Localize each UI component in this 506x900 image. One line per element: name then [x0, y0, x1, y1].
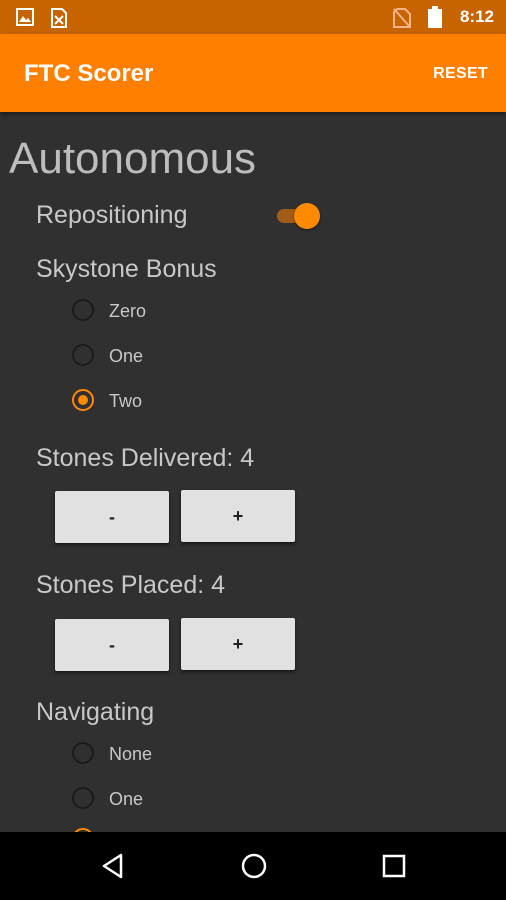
stones-delivered-minus-button[interactable]: -: [55, 491, 169, 543]
file-x-icon: [51, 8, 67, 28]
radio-label: One: [109, 346, 144, 366]
section-title-autonomous: Autonomous: [9, 134, 257, 183]
recents-square-icon[interactable]: [378, 850, 410, 882]
radio-label: Zero: [109, 301, 147, 321]
image-icon: [16, 8, 34, 26]
radio-circle: [72, 344, 94, 366]
radio-circle: [72, 787, 94, 809]
stones-placed-minus-button[interactable]: -: [55, 619, 169, 671]
switch-thumb: [294, 203, 320, 229]
status-bar: 8:12: [0, 0, 506, 34]
radio-label: Two: [109, 391, 143, 411]
repositioning-label: Repositioning: [36, 201, 188, 229]
system-nav-bar: [0, 832, 506, 900]
no-sim-icon: [393, 8, 411, 28]
app-title: FTC Scorer: [24, 60, 154, 87]
navigating-label: Navigating: [36, 698, 155, 726]
radio-label: One: [109, 789, 144, 809]
radio-circle: [72, 299, 94, 321]
status-time: 8:12: [459, 7, 494, 26]
radio-circle-checked: [72, 389, 94, 411]
battery-icon: [428, 6, 442, 28]
app-bar: FTC Scorer RESET: [0, 34, 506, 112]
scoring-content[interactable]: Autonomous Repositioning Skystone Bonus …: [0, 112, 506, 832]
repositioning-switch[interactable]: [275, 201, 323, 231]
reset-button[interactable]: RESET: [433, 65, 488, 83]
radio-circle: [72, 742, 94, 764]
stones-placed-label: Stones Placed: 4: [36, 571, 226, 599]
home-circle-icon[interactable]: [238, 850, 270, 882]
stones-delivered-plus-button[interactable]: +: [181, 490, 295, 542]
skystone-bonus-label: Skystone Bonus: [36, 255, 217, 283]
stones-delivered-label: Stones Delivered: 4: [36, 444, 255, 472]
radio-label: None: [109, 744, 153, 764]
stones-placed-plus-button[interactable]: +: [181, 618, 295, 670]
back-triangle-icon[interactable]: [98, 850, 130, 882]
